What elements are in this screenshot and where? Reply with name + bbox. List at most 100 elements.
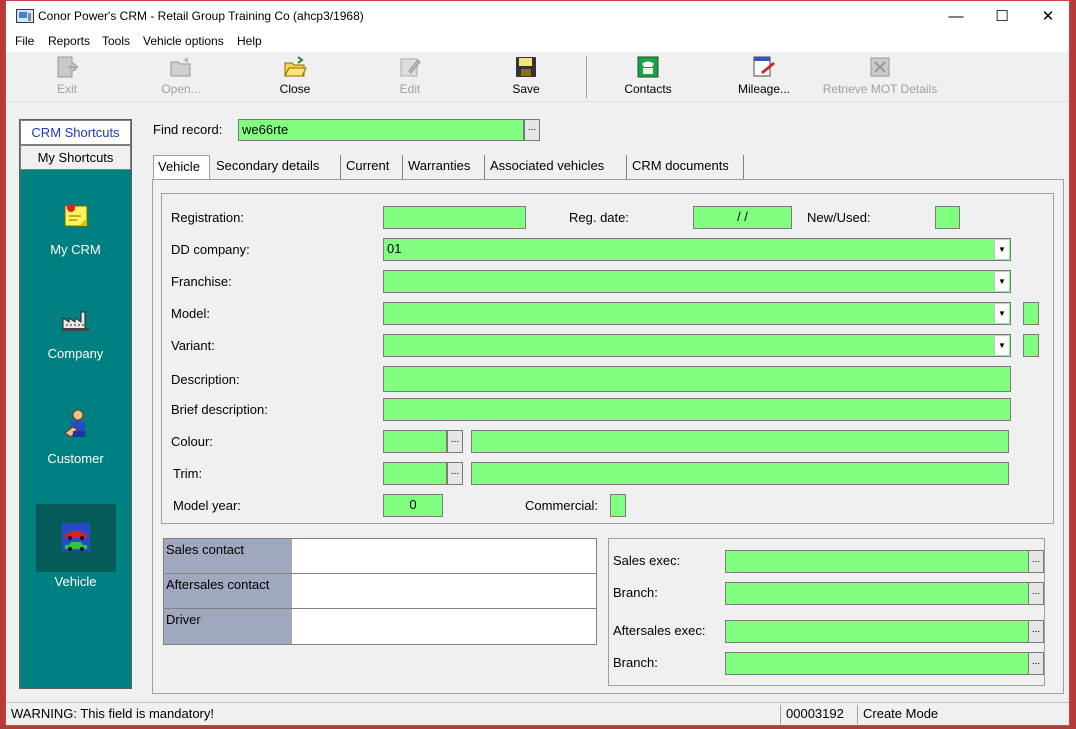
window-title: Conor Power's CRM - Retail Group Trainin… xyxy=(38,9,364,23)
dd-company-label: DD company: xyxy=(171,242,250,257)
description-field[interactable] xyxy=(383,366,1011,392)
tab-crm-documents[interactable]: CRM documents xyxy=(628,155,744,179)
shortcut-vehicle[interactable]: Vehicle xyxy=(20,504,131,589)
phone-icon xyxy=(637,56,659,78)
contacts-button[interactable]: Contacts xyxy=(620,54,676,96)
aftersales-exec-browse-button[interactable]: ... xyxy=(1028,620,1044,643)
commercial-field[interactable] xyxy=(610,494,626,517)
model-year-field[interactable]: 0 xyxy=(383,494,443,517)
tab-my-shortcuts[interactable]: My Shortcuts xyxy=(20,145,131,170)
status-record-id: 00003192 xyxy=(786,706,844,721)
save-icon xyxy=(516,57,536,77)
tab-current[interactable]: Current xyxy=(342,155,403,179)
contacts-table: Sales contact Aftersales contact Driver xyxy=(163,538,597,645)
trim-code-field[interactable] xyxy=(383,462,447,485)
find-record-label: Find record: xyxy=(153,122,223,137)
dropdown-arrow-icon[interactable]: ▼ xyxy=(994,336,1009,355)
colour-code-field[interactable] xyxy=(383,430,447,453)
model-code-field[interactable] xyxy=(1023,302,1039,325)
dropdown-arrow-icon[interactable]: ▼ xyxy=(994,240,1009,259)
model-label: Model: xyxy=(171,306,211,321)
colour-label: Colour: xyxy=(171,434,213,449)
franchise-select[interactable]: ▼ xyxy=(383,270,1011,293)
folder-icon xyxy=(284,56,307,77)
sales-exec-label: Sales exec: xyxy=(613,553,681,568)
shortcut-customer[interactable]: Customer xyxy=(20,407,131,466)
open-button[interactable]: Open... xyxy=(156,54,206,96)
aftersales-contact-header: Aftersales contact xyxy=(164,574,292,608)
maximize-button[interactable]: ☐ xyxy=(979,1,1025,32)
menu-vehicle-options[interactable]: Vehicle options xyxy=(143,34,224,48)
table-row[interactable]: Aftersales contact xyxy=(164,574,596,609)
find-record-input[interactable]: we66rte xyxy=(238,119,524,141)
dropdown-arrow-icon[interactable]: ▼ xyxy=(994,304,1009,323)
shortcut-my-crm[interactable]: My CRM xyxy=(20,198,131,257)
trim-description-field[interactable] xyxy=(471,462,1009,485)
toolbar-separator xyxy=(586,56,587,98)
colour-description-field[interactable] xyxy=(471,430,1009,453)
variant-code-field[interactable] xyxy=(1023,334,1039,357)
sticky-note-icon xyxy=(64,204,87,227)
dd-company-select[interactable]: 01 ▼ xyxy=(383,238,1011,261)
branch-2-label: Branch: xyxy=(613,655,658,670)
brief-description-label: Brief description: xyxy=(171,402,268,417)
edit-icon xyxy=(400,58,421,77)
factory-icon xyxy=(62,311,89,331)
table-row[interactable]: Driver xyxy=(164,609,596,644)
trim-browse-button[interactable]: ... xyxy=(447,462,463,485)
new-used-label: New/Used: xyxy=(807,210,871,225)
reg-date-field[interactable]: / / xyxy=(693,206,792,229)
tab-secondary-details[interactable]: Secondary details xyxy=(212,155,341,179)
menu-help[interactable]: Help xyxy=(237,34,262,48)
branch-field[interactable] xyxy=(725,582,1029,605)
aftersales-exec-field[interactable] xyxy=(725,620,1029,643)
new-used-field[interactable] xyxy=(935,206,960,229)
registration-field[interactable] xyxy=(383,206,526,229)
save-button[interactable]: Save xyxy=(510,54,542,96)
franchise-label: Franchise: xyxy=(171,274,232,289)
find-record-browse-button[interactable]: ... xyxy=(524,119,540,141)
status-bar: WARNING: This field is mandatory! 000031… xyxy=(6,702,1069,725)
person-icon xyxy=(63,409,85,438)
close-button[interactable]: Close xyxy=(274,54,316,96)
shortcuts-panel: CRM Shortcuts My Shortcuts My CRM Compan… xyxy=(19,119,132,689)
dd-company-value: 01 xyxy=(387,241,402,256)
retrieve-mot-button[interactable]: Retrieve MOT Details xyxy=(822,54,938,96)
sales-exec-field[interactable] xyxy=(725,550,1029,573)
menu-reports[interactable]: Reports xyxy=(48,34,90,48)
open-icon xyxy=(170,57,191,77)
minimize-button[interactable]: — xyxy=(933,1,979,32)
tab-associated-vehicles[interactable]: Associated vehicles xyxy=(486,155,627,179)
branch-2-field[interactable] xyxy=(725,652,1029,675)
vehicle-selected-box xyxy=(35,504,116,572)
model-select[interactable]: ▼ xyxy=(383,302,1011,325)
commercial-label: Commercial: xyxy=(525,498,598,513)
sales-exec-browse-button[interactable]: ... xyxy=(1028,550,1044,573)
tab-crm-shortcuts[interactable]: CRM Shortcuts xyxy=(20,120,131,145)
tab-vehicle[interactable]: Vehicle xyxy=(153,155,210,181)
branch-label: Branch: xyxy=(613,585,658,600)
close-window-button[interactable]: ✕ xyxy=(1025,1,1071,32)
mileage-icon xyxy=(753,56,775,77)
cars-icon xyxy=(61,523,90,551)
dropdown-arrow-icon[interactable]: ▼ xyxy=(994,272,1009,291)
reg-date-label: Reg. date: xyxy=(569,210,629,225)
menu-file[interactable]: File xyxy=(15,34,34,48)
status-message: WARNING: This field is mandatory! xyxy=(11,706,214,721)
model-year-label: Model year: xyxy=(173,498,241,513)
edit-button[interactable]: Edit xyxy=(394,54,426,96)
shortcut-company[interactable]: Company xyxy=(20,302,131,361)
aftersales-exec-label: Aftersales exec: xyxy=(613,623,706,638)
registration-label: Registration: xyxy=(171,210,244,225)
exit-button[interactable]: Exit xyxy=(48,54,86,96)
branch-browse-button[interactable]: ... xyxy=(1028,582,1044,605)
branch-2-browse-button[interactable]: ... xyxy=(1028,652,1044,675)
status-separator xyxy=(857,705,858,724)
menu-tools[interactable]: Tools xyxy=(102,34,130,48)
variant-select[interactable]: ▼ xyxy=(383,334,1011,357)
table-row[interactable]: Sales contact xyxy=(164,539,596,574)
mileage-button[interactable]: Mileage... xyxy=(735,54,793,96)
brief-description-field[interactable] xyxy=(383,398,1011,421)
colour-browse-button[interactable]: ... xyxy=(447,430,463,453)
tab-warranties[interactable]: Warranties xyxy=(404,155,485,179)
